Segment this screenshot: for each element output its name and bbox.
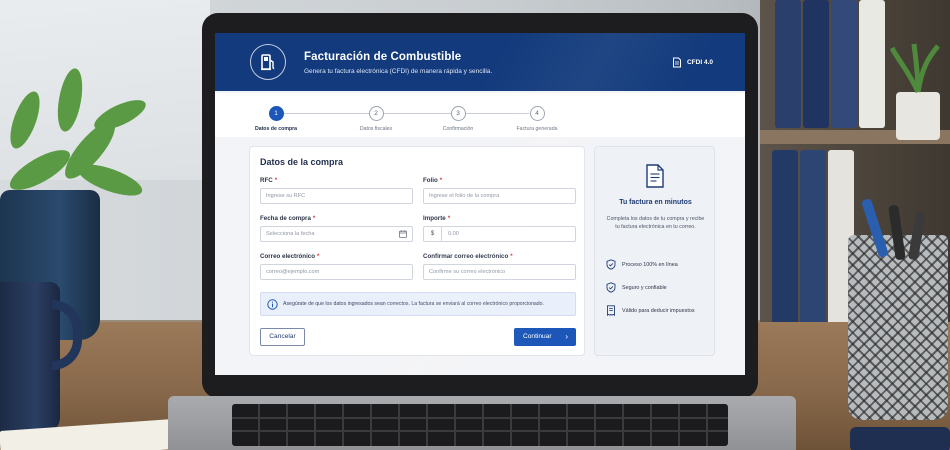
coffee-mug: [0, 282, 60, 432]
email-label-text: Correo electrónico: [260, 253, 316, 260]
fecha-label: Fecha de compra *: [260, 215, 315, 222]
pen-holder: [848, 235, 948, 420]
phone: [850, 427, 950, 450]
invoice-icon: [672, 57, 681, 68]
binder: [859, 0, 885, 128]
binder: [775, 0, 801, 128]
chevron-right-icon: ›: [565, 332, 568, 341]
confirm-email-input[interactable]: Confirme su correo electrónico: [423, 264, 576, 280]
importe-label: Importe *: [423, 215, 450, 222]
currency-symbol: $: [424, 227, 442, 241]
required-mark: *: [447, 215, 451, 222]
step-datos-compra[interactable]: 1 Datos de compra: [231, 106, 321, 132]
required-mark: *: [312, 215, 316, 222]
amount-placeholder: 0.00: [448, 231, 459, 237]
step-label: Confirmación: [442, 126, 474, 132]
step-confirmacion[interactable]: 3 Confirmación: [413, 106, 503, 132]
required-mark: *: [510, 253, 513, 260]
rfc-label-text: RFC: [260, 177, 273, 184]
plant-leaves: [9, 68, 146, 196]
email-input[interactable]: correo@ejemplo.com: [260, 264, 413, 280]
step-label: Datos de compra: [254, 126, 298, 132]
step-number: 4: [529, 106, 545, 121]
date-placeholder: Selecciona la fecha: [266, 231, 315, 237]
potted-plant: [889, 43, 940, 140]
cfdi-version-label: CFDI 4.0: [686, 59, 713, 66]
side-title: Tu factura en minutos: [619, 199, 692, 206]
cancel-button[interactable]: Cancelar: [260, 328, 305, 346]
page-title: Facturación de Combustible: [304, 51, 462, 63]
required-mark: *: [317, 253, 320, 260]
purchase-form-card: Datos de la compra RFC * Ingrese su RFC F…: [249, 146, 585, 356]
binder: [803, 0, 829, 128]
folio-label-text: Folio: [423, 177, 438, 184]
folio-input[interactable]: Ingrese el folio de la compra: [423, 188, 576, 204]
progress-stepper: 1 Datos de compra 2 Datos fiscales 3 Con…: [215, 93, 745, 137]
continue-button[interactable]: Continuar ›: [514, 328, 576, 346]
folio-label: Folio *: [423, 177, 442, 184]
benefit-item: Válido para deducir impuestos: [606, 305, 695, 316]
receipt-icon: [607, 305, 615, 316]
laptop-screen: Facturación de Combustible Genera tu fac…: [215, 33, 745, 375]
page-subtitle: Genera tu factura electrónica (CFDI) de …: [304, 68, 493, 75]
info-text: Asegúrate de que los datos ingresados se…: [283, 301, 544, 307]
step-factura-generada[interactable]: 4 Factura generada: [492, 106, 582, 132]
binder: [831, 0, 857, 128]
importe-label-text: Importe: [423, 215, 446, 222]
side-description: Completa los datos de tu compra y recibe…: [606, 216, 705, 230]
info-side-panel: Tu factura en minutos Completa los datos…: [594, 146, 715, 356]
step-datos-fiscales[interactable]: 2 Datos fiscales: [331, 106, 421, 132]
date-picker-input[interactable]: Selecciona la fecha: [260, 226, 413, 242]
laptop-keyboard: [232, 404, 728, 446]
form-title: Datos de la compra: [260, 157, 344, 167]
app-logo: [250, 44, 286, 80]
fuel-pump-icon: [261, 54, 275, 71]
document-icon: [646, 164, 664, 188]
benefit-label: Proceso 100% en línea: [622, 261, 678, 268]
confirm-email-label-text: Confirmar correo electrónico: [423, 253, 509, 260]
step-label: Factura generada: [516, 126, 558, 132]
benefit-item: Seguro y confiable: [606, 282, 667, 293]
email-label: Correo electrónico *: [260, 253, 319, 260]
step-label: Datos fiscales: [359, 126, 393, 132]
shield-check-icon: [606, 259, 616, 270]
app-header: Facturación de Combustible Genera tu fac…: [215, 33, 745, 91]
info-icon: [267, 299, 278, 310]
step-number: 1: [268, 106, 284, 121]
info-notice: Asegúrate de que los datos ingresados se…: [260, 292, 576, 316]
step-number: 3: [450, 106, 466, 121]
required-mark: *: [439, 177, 443, 184]
amount-input[interactable]: $ 0.00: [423, 226, 576, 242]
binder: [800, 150, 826, 325]
fecha-label-text: Fecha de compra: [260, 215, 311, 222]
binder: [772, 150, 798, 325]
benefit-label: Válido para deducir impuestos: [622, 307, 695, 314]
rfc-label: RFC *: [260, 177, 277, 184]
rfc-input[interactable]: Ingrese su RFC: [260, 188, 413, 204]
step-number: 2: [368, 106, 384, 121]
required-mark: *: [274, 177, 278, 184]
benefit-item: Proceso 100% en línea: [606, 259, 678, 270]
benefit-label: Seguro y confiable: [622, 284, 667, 291]
confirm-email-label: Confirmar correo electrónico *: [423, 253, 513, 260]
shield-check-icon: [606, 282, 616, 293]
continue-label: Continuar: [523, 333, 552, 340]
cfdi-version-badge: CFDI 4.0: [672, 57, 713, 68]
calendar-icon[interactable]: [399, 230, 407, 238]
